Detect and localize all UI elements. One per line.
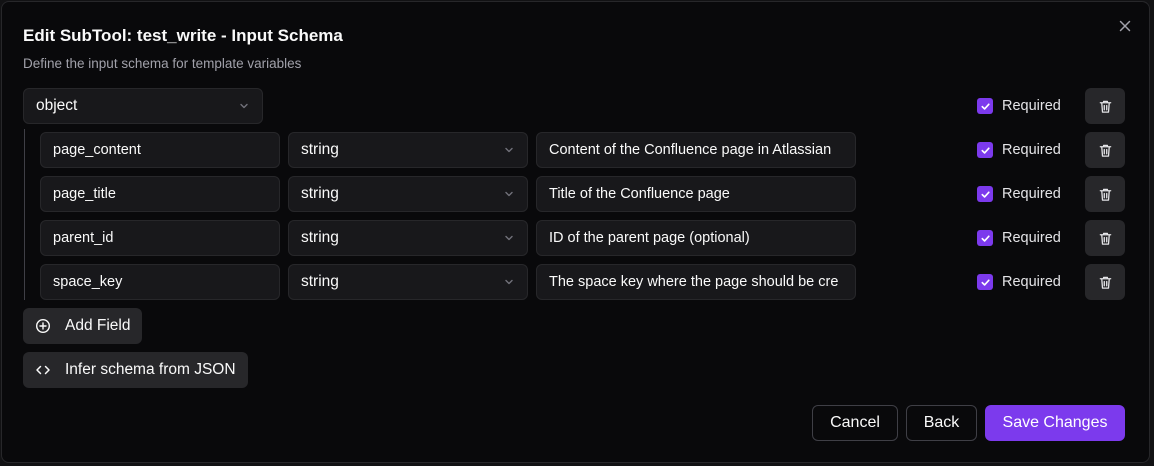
field-delete-button[interactable] [1085, 176, 1125, 212]
field-required-checkbox[interactable] [977, 186, 993, 202]
field-name-input[interactable] [40, 264, 280, 300]
add-field-label: Add Field [65, 317, 131, 334]
field-type-select[interactable]: string [288, 132, 528, 168]
close-icon [1119, 20, 1131, 32]
field-required-checkbox[interactable] [977, 142, 993, 158]
infer-schema-label: Infer schema from JSON [65, 361, 236, 378]
field-delete-button[interactable] [1085, 264, 1125, 300]
code-icon [36, 365, 50, 375]
save-changes-button[interactable]: Save Changes [985, 405, 1125, 441]
field-type-value: string [301, 229, 339, 246]
field-required-label: Required [1002, 230, 1061, 246]
chevron-down-icon [238, 100, 250, 112]
close-button[interactable] [1116, 17, 1134, 35]
field-type-select[interactable]: string [288, 220, 528, 256]
dialog-title: Edit SubTool: test_write - Input Schema [23, 26, 343, 45]
field-description-input[interactable] [536, 132, 856, 168]
chevron-down-icon [503, 188, 515, 200]
field-type-select[interactable]: string [288, 264, 528, 300]
field-required-label: Required [1002, 142, 1061, 158]
check-icon [980, 234, 990, 242]
back-button[interactable]: Back [906, 405, 977, 441]
field-description-input[interactable] [536, 264, 856, 300]
field-required-toggle[interactable]: Required [977, 272, 1061, 292]
root-delete-button[interactable] [1085, 88, 1125, 124]
field-name-input[interactable] [40, 132, 280, 168]
field-required-toggle[interactable]: Required [977, 140, 1061, 160]
field-type-value: string [301, 185, 339, 202]
field-delete-button[interactable] [1085, 132, 1125, 168]
check-icon [980, 102, 990, 110]
root-required-label: Required [1002, 98, 1061, 114]
chevron-down-icon [503, 276, 515, 288]
check-icon [980, 278, 990, 286]
check-icon [980, 146, 990, 154]
field-name-input[interactable] [40, 220, 280, 256]
check-icon [980, 190, 990, 198]
chevron-down-icon [503, 144, 515, 156]
field-required-label: Required [1002, 186, 1061, 202]
field-type-value: string [301, 273, 339, 290]
dialog-subtitle: Define the input schema for template var… [23, 56, 302, 71]
field-type-value: string [301, 141, 339, 158]
chevron-down-icon [503, 232, 515, 244]
field-type-select[interactable]: string [288, 176, 528, 212]
nested-fields-guide [24, 129, 25, 300]
root-type-select[interactable]: object [23, 88, 263, 124]
plus-circle-icon [35, 318, 51, 334]
edit-schema-dialog: Edit SubTool: test_write - Input Schema … [1, 1, 1150, 463]
root-required-checkbox[interactable] [977, 98, 993, 114]
field-required-checkbox[interactable] [977, 230, 993, 246]
infer-schema-button[interactable]: Infer schema from JSON [23, 352, 248, 388]
trash-icon [1099, 144, 1111, 157]
root-type-value: object [36, 97, 78, 114]
trash-icon [1099, 188, 1111, 201]
field-name-input[interactable] [40, 176, 280, 212]
trash-icon [1099, 100, 1111, 113]
trash-icon [1099, 232, 1111, 245]
field-delete-button[interactable] [1085, 220, 1125, 256]
field-required-checkbox[interactable] [977, 274, 993, 290]
field-description-input[interactable] [536, 176, 856, 212]
root-required-toggle[interactable]: Required [977, 96, 1061, 116]
trash-icon [1099, 276, 1111, 289]
field-required-label: Required [1002, 274, 1061, 290]
field-required-toggle[interactable]: Required [977, 184, 1061, 204]
add-field-button[interactable]: Add Field [23, 308, 143, 344]
field-description-input[interactable] [536, 220, 856, 256]
field-required-toggle[interactable]: Required [977, 228, 1061, 248]
cancel-button[interactable]: Cancel [812, 405, 898, 441]
